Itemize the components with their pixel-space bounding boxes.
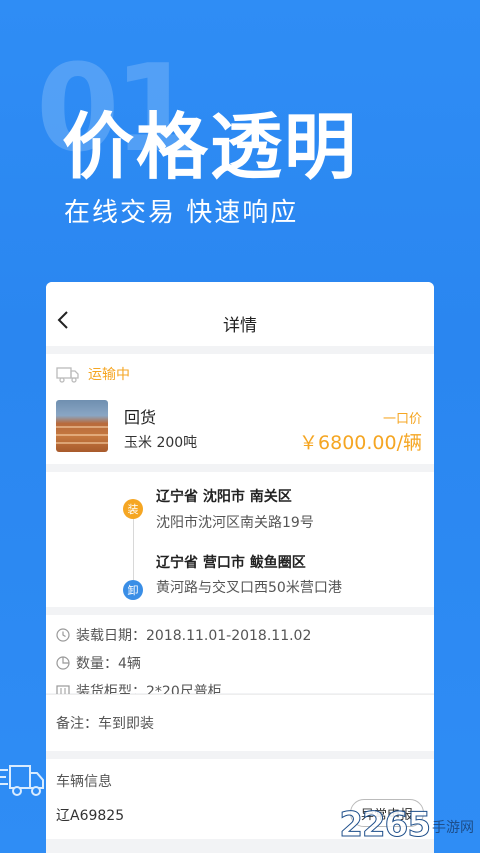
count-row: 数量：4辆 bbox=[46, 649, 434, 677]
promo-title: 价格透明 bbox=[62, 105, 359, 189]
vehicle-label: 车辆信息 bbox=[56, 774, 112, 790]
load-address: 沈阳市沈河区南关路19号 bbox=[156, 515, 314, 531]
watermark: 2265 手游网 bbox=[339, 805, 474, 846]
cargo-quantity: 玉米 200吨 bbox=[124, 435, 198, 451]
vehicle-plate: 辽A69825 bbox=[56, 808, 125, 824]
promo-subtitle: 在线交易 快速响应 bbox=[64, 198, 299, 228]
pie-icon bbox=[56, 656, 70, 670]
unload-location: 辽宁省 营口市 鲅鱼圈区 bbox=[156, 555, 306, 571]
price-value: ￥6800.00/辆 bbox=[299, 432, 422, 454]
phone-screen: 详情 运输中 回货 玉米 200吨 一口价 ￥6800.00/辆 装 辽宁省 沈… bbox=[46, 282, 434, 853]
nav-bar: 详情 bbox=[46, 282, 434, 346]
status-text: 运输中 bbox=[88, 367, 130, 383]
clock-icon bbox=[56, 628, 70, 642]
load-location: 辽宁省 沈阳市 南关区 bbox=[156, 489, 292, 505]
note-card: 备注：车到即装 bbox=[46, 694, 434, 751]
status-row: 运输中 bbox=[56, 364, 130, 384]
count-text: 数量：4辆 bbox=[76, 656, 141, 672]
load-badge: 装 bbox=[123, 499, 143, 519]
cargo-image bbox=[56, 400, 108, 452]
back-arrow-icon[interactable] bbox=[56, 310, 72, 330]
info-card: 装载日期：2018.11.01-2018.11.02 数量：4辆 装货柜型：2*… bbox=[46, 615, 434, 700]
truck-status-icon bbox=[56, 367, 79, 383]
watermark-site: 手游网 bbox=[432, 820, 474, 836]
cargo-card: 运输中 回货 玉米 200吨 一口价 ￥6800.00/辆 bbox=[46, 354, 434, 464]
cargo-name: 回货 bbox=[124, 408, 157, 427]
watermark-number: 2265 bbox=[339, 805, 432, 846]
unload-badge: 卸 bbox=[123, 580, 143, 600]
note-text: 备注：车到即装 bbox=[56, 716, 154, 732]
load-date-row: 装载日期：2018.11.01-2018.11.02 bbox=[46, 621, 434, 649]
page-title: 详情 bbox=[223, 315, 257, 336]
route-line bbox=[133, 512, 134, 580]
load-date-text: 装载日期：2018.11.01-2018.11.02 bbox=[76, 628, 312, 644]
route-card: 装 辽宁省 沈阳市 南关区 沈阳市沈河区南关路19号 卸 辽宁省 营口市 鲅鱼圈… bbox=[46, 472, 434, 607]
truck-deco-icon bbox=[0, 765, 44, 796]
price-label: 一口价 bbox=[382, 412, 422, 427]
unload-address: 黄河路与交叉口西50米营口港 bbox=[156, 580, 342, 596]
